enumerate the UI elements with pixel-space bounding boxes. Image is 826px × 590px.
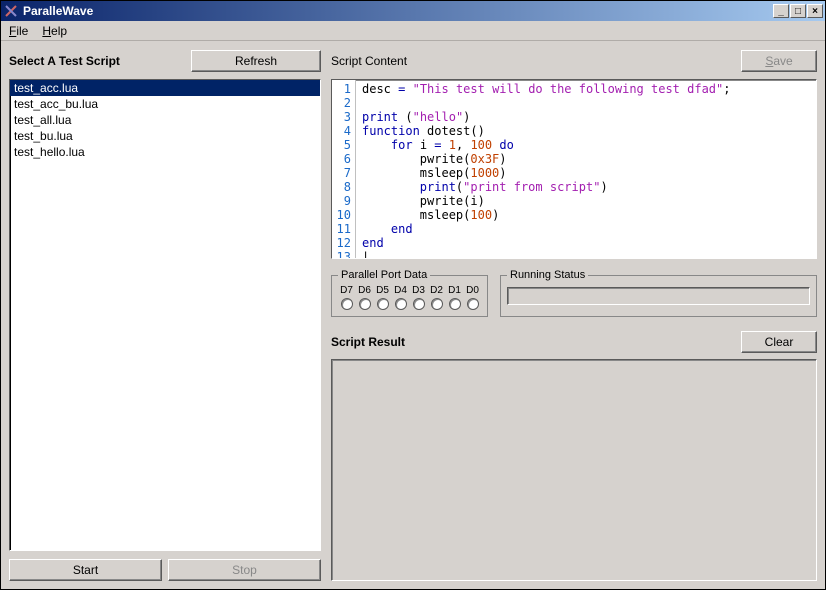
port-bit: D2 <box>428 285 445 310</box>
code-gutter: 1234567891011121314 <box>332 80 356 258</box>
stop-button[interactable]: Stop <box>168 559 321 581</box>
code-body[interactable]: desc = "This test will do the following … <box>356 80 816 258</box>
maximize-button[interactable]: □ <box>790 4 806 18</box>
main-area: Select A Test Script Refresh test_acc.lu… <box>1 41 825 589</box>
right-panel: Script Content Save 1234567891011121314 … <box>331 49 817 581</box>
start-button[interactable]: Start <box>9 559 162 581</box>
script-select-label: Select A Test Script <box>9 54 191 68</box>
menu-file[interactable]: File <box>9 24 28 38</box>
left-panel: Select A Test Script Refresh test_acc.lu… <box>9 49 321 581</box>
port-bit: D4 <box>392 285 409 310</box>
port-bit: D1 <box>446 285 463 310</box>
port-bit-radio[interactable] <box>341 298 353 310</box>
status-box <box>507 287 810 305</box>
port-bit: D3 <box>410 285 427 310</box>
script-listbox[interactable]: test_acc.luatest_acc_bu.luatest_all.luat… <box>9 79 321 551</box>
port-bit-radio[interactable] <box>359 298 371 310</box>
port-bit-radio[interactable] <box>431 298 443 310</box>
refresh-button[interactable]: Refresh <box>191 50 321 72</box>
list-item[interactable]: test_bu.lua <box>10 128 320 144</box>
parallel-port-fieldset: Parallel Port Data D7D6D5D4D3D2D1D0 <box>331 269 488 317</box>
code-editor[interactable]: 1234567891011121314 desc = "This test wi… <box>331 79 817 259</box>
port-bit-radio[interactable] <box>467 298 479 310</box>
port-bit: D6 <box>356 285 373 310</box>
app-icon <box>3 3 19 19</box>
menu-help[interactable]: Help <box>42 24 67 38</box>
list-item[interactable]: test_hello.lua <box>10 144 320 160</box>
script-result-box <box>331 359 817 581</box>
running-status-fieldset: Running Status <box>500 269 817 317</box>
port-bit-radio[interactable] <box>395 298 407 310</box>
list-item[interactable]: test_acc.lua <box>10 80 320 96</box>
port-bit: D0 <box>464 285 481 310</box>
port-legend: Parallel Port Data <box>338 269 430 281</box>
window-controls: _ □ × <box>772 4 823 18</box>
port-bit: D5 <box>374 285 391 310</box>
close-button[interactable]: × <box>807 4 823 18</box>
script-content-label: Script Content <box>331 54 741 68</box>
status-legend: Running Status <box>507 269 588 281</box>
port-bit-radio[interactable] <box>413 298 425 310</box>
script-result-label: Script Result <box>331 335 741 349</box>
port-bit: D7 <box>338 285 355 310</box>
clear-button[interactable]: Clear <box>741 331 817 353</box>
port-bit-radio[interactable] <box>449 298 461 310</box>
menubar: File Help <box>1 21 825 41</box>
port-bit-radio[interactable] <box>377 298 389 310</box>
minimize-button[interactable]: _ <box>773 4 789 18</box>
list-item[interactable]: test_all.lua <box>10 112 320 128</box>
window-title: ParalleWave <box>23 4 93 18</box>
titlebar: ParalleWave _ □ × <box>1 1 825 21</box>
list-item[interactable]: test_acc_bu.lua <box>10 96 320 112</box>
save-button[interactable]: Save <box>741 50 817 72</box>
